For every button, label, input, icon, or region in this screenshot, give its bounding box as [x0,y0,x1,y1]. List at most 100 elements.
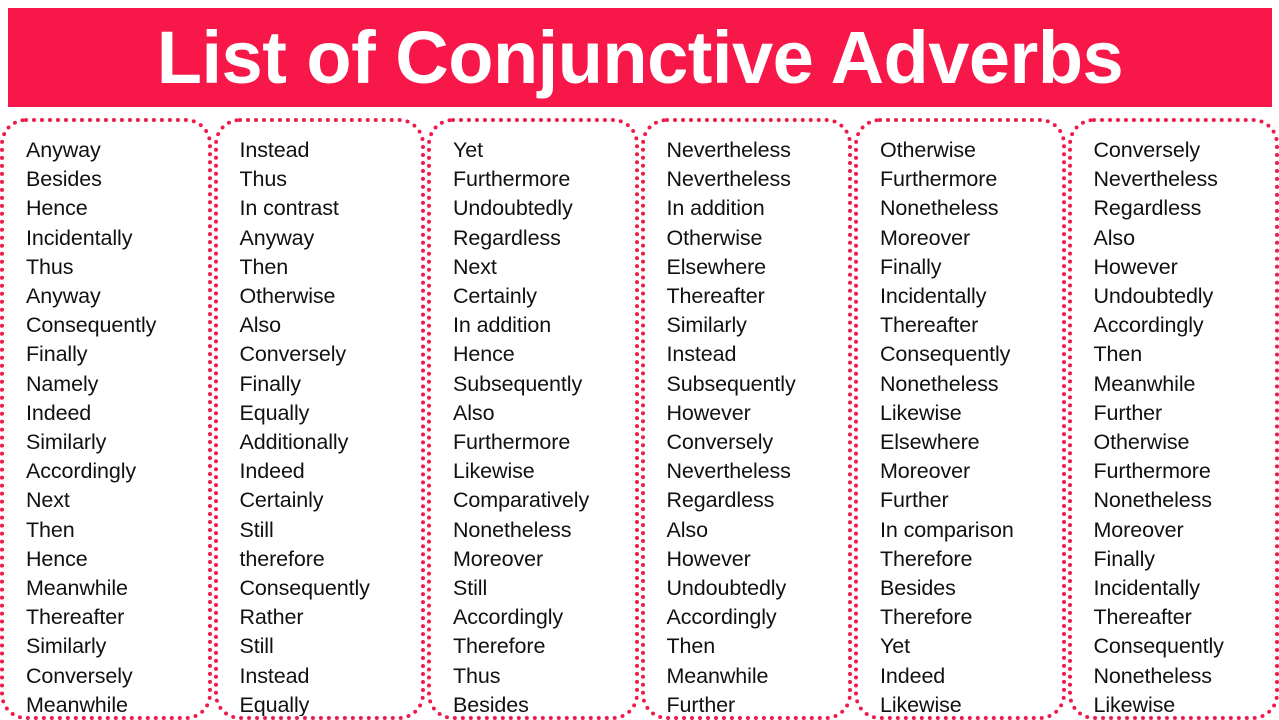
word-list-4: Nevertheless Nevertheless In addition Other… [645,136,849,717]
list-item: Hence [453,342,515,367]
list-item: Consequently [239,576,370,601]
list-item: Consequently [880,342,1011,367]
list-item: Anyway [26,138,101,162]
page-title: List of Conjunctive Adverbs [156,15,1124,99]
list-item: Moreover [453,546,544,571]
list-item: Regardless [1093,196,1202,221]
list-item: Still [239,634,274,659]
list-item: Hence [26,196,88,221]
list-item: Moreover [880,459,971,484]
list-item: Comparatively [453,488,590,513]
list-item: Nonetheless [453,517,572,542]
list-item: Accordingly [666,605,777,630]
list-item: In addition [666,196,765,221]
list-item: therefore [239,546,325,571]
list-item: Meanwhile [26,692,128,717]
list-item: Elsewhere [880,430,980,455]
list-item: Also [1093,225,1136,250]
list-item: Furthermore [880,167,998,192]
list-item: Thereafter [666,284,765,309]
list-item: Nevertheless [666,167,791,192]
list-item: Equally [239,400,310,425]
list-item: Similarly [26,430,107,455]
poster-page: List of Conjunctive Adverbs Anyway Beside… [0,0,1279,720]
list-item: Nonetheless [880,196,999,221]
list-item: Finally [26,342,88,367]
list-item: Rather [239,605,304,630]
word-list-5: Otherwise Furthermore Nonetheless Moreover F… [858,136,1062,717]
word-column-1: Anyway Besides Hence Incidentally Thus Anyway… [0,118,212,720]
list-item: Likewise [880,692,962,717]
list-item: Still [239,517,274,542]
list-item: Also [453,400,495,425]
list-item: Then [666,634,716,659]
word-column-5: Otherwise Furthermore Nonetheless Moreover F… [854,118,1066,720]
list-item: Nevertheless [1093,167,1218,192]
list-item: Furthermore [1093,459,1211,484]
list-item: Instead [239,663,310,688]
list-item: Thus [26,254,74,279]
list-item: Meanwhile [666,663,769,688]
list-item: Accordingly [1093,313,1204,338]
word-column-6: Conversely Nevertheless Regardless Also Howe… [1067,118,1279,720]
list-item: Besides [26,167,102,192]
list-item: Next [26,488,70,513]
list-item: Thus [453,663,501,688]
list-item: Indeed [26,400,92,425]
list-item: Furthermore [453,430,571,455]
list-item: Conversely [1093,138,1201,162]
list-item: However [666,400,751,425]
list-item: Elsewhere [666,254,767,279]
list-item: Moreover [880,225,971,250]
list-item: Therefore [880,605,973,630]
list-item: Instead [666,342,737,367]
list-item: Conversely [26,663,133,688]
list-item: Otherwise [666,225,763,250]
list-item: Regardless [666,488,775,513]
list-item: Nonetheless [1093,488,1213,513]
list-item: Nonetheless [1093,663,1213,688]
list-item: Consequently [1093,634,1224,659]
list-item: Finally [880,254,942,279]
list-item: Certainly [239,488,324,513]
word-columns-container: Anyway Besides Hence Incidentally Thus Anyway… [0,118,1279,720]
list-item: Also [666,517,709,542]
list-item: Likewise [453,459,535,484]
list-item: In comparison [880,517,1014,542]
list-item: Nevertheless [666,138,791,162]
list-item: Incidentally [1093,576,1200,601]
list-item: Subsequently [453,371,583,396]
list-item: Thereafter [880,313,979,338]
list-item: Likewise [1093,692,1176,717]
list-item: Instead [239,138,310,162]
list-item: Additionally [239,430,349,455]
word-list-2: Instead Thus In contrast Anyway Then Otherwis… [218,136,422,716]
list-item: However [666,546,751,571]
word-list-3: Yet Furthermore Undoubtedly Regardless Next C… [431,136,635,716]
list-item: However [1093,254,1178,279]
list-item: Consequently [26,313,157,338]
word-column-2: Instead Thus In contrast Anyway Then Otherwis… [213,118,425,720]
list-item: Similarly [666,313,747,338]
list-item: Also [239,313,282,338]
list-item: Undoubtedly [666,576,787,601]
list-item: Incidentally [880,284,987,309]
list-item: Further [1093,400,1163,425]
list-item: Undoubtedly [1093,284,1214,309]
list-item: Yet [880,634,910,659]
list-item: Besides [880,576,956,601]
list-item: Otherwise [1093,430,1190,455]
list-item: Then [239,254,289,279]
list-item: Namely [26,371,99,396]
list-item: Accordingly [26,459,137,484]
list-item: In contrast [239,196,339,221]
list-item: Likewise [880,400,962,425]
list-item: Nonetheless [880,371,999,396]
list-item: Therefore [880,546,973,571]
list-item: Yet [453,138,483,162]
list-item: Then [26,517,75,542]
list-item: Anyway [239,225,315,250]
list-item: Conversely [239,342,347,367]
list-item: Further [666,692,736,717]
list-item: Then [1093,342,1143,367]
